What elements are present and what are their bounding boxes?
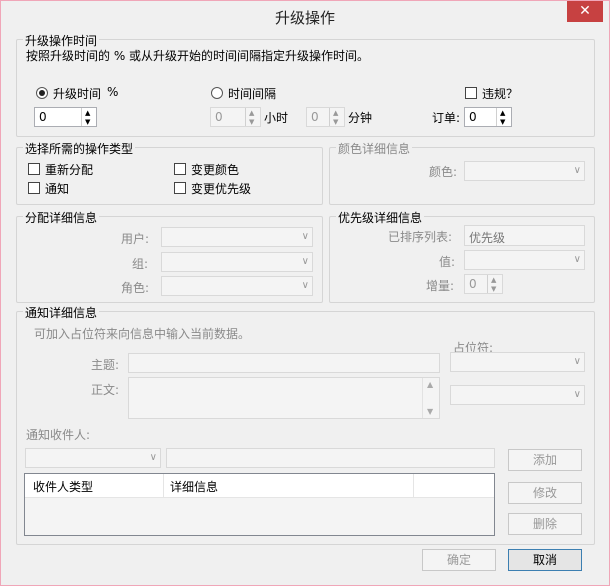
role-dropdown[interactable]: ∨ xyxy=(161,276,313,296)
change-color-label: 变更颜色 xyxy=(191,163,240,177)
group-label: 选择所需的操作类型 xyxy=(23,140,136,157)
subject-field[interactable] xyxy=(128,353,440,373)
sorted-list-field[interactable]: 优先级 xyxy=(464,225,585,246)
chevron-down-icon: ∨ xyxy=(573,356,581,367)
change-color-checkbox[interactable] xyxy=(174,163,186,175)
spinner-arrows[interactable]: ▲ ▼ xyxy=(245,108,260,126)
table-header: 收件人类型 详细信息 xyxy=(25,474,494,498)
recipient-type-dropdown[interactable]: ∨ xyxy=(25,448,161,468)
color-dropdown[interactable]: ∨ xyxy=(464,161,585,181)
escalation-action-dialog: 升级操作 ✕ 升级操作时间 按照升级时间的 % 或从升级开始的时间间隔指定升级操… xyxy=(0,0,610,586)
percent-spinner[interactable]: 0 ▲ ▼ xyxy=(34,107,97,127)
increment-value: 0 xyxy=(469,277,477,291)
escalation-description: 按照升级时间的 % 或从升级开始的时间间隔指定升级操作时间。 xyxy=(26,49,370,63)
chevron-down-icon: ∨ xyxy=(573,254,581,265)
subject-label: 主题: xyxy=(91,358,120,372)
close-button[interactable]: ✕ xyxy=(567,1,603,22)
percent-value: 0 xyxy=(39,110,47,124)
user-dropdown[interactable]: ∨ xyxy=(161,227,313,247)
increment-spinner[interactable]: 0 ▲ ▼ xyxy=(464,274,503,294)
order-spinner[interactable]: 0 ▲ ▼ xyxy=(464,107,512,127)
chevron-down-icon: ∨ xyxy=(573,165,581,176)
chevron-down-icon: ∨ xyxy=(301,256,309,267)
notification-hint: 可加入占位符来向信息中输入当前数据。 xyxy=(34,327,251,341)
role-label: 角色: xyxy=(121,281,150,295)
change-priority-label: 变更优先级 xyxy=(191,182,252,196)
close-icon: ✕ xyxy=(579,3,591,19)
minutes-spinner[interactable]: 0 ▲ ▼ xyxy=(306,107,345,127)
chevron-down-icon: ∨ xyxy=(301,280,309,291)
sorted-list-value: 优先级 xyxy=(469,231,506,245)
change-priority-checkbox[interactable] xyxy=(174,182,186,194)
notify-checkbox[interactable] xyxy=(28,182,40,194)
violation-label: 违规？ xyxy=(482,87,519,101)
chevron-down-icon: ∨ xyxy=(301,231,309,242)
percent-sign: % xyxy=(107,85,119,99)
group-label: 通知详细信息 xyxy=(23,304,100,321)
reassign-label: 重新分配 xyxy=(45,163,94,177)
body-scrollbar[interactable]: ▲ ▼ xyxy=(422,378,439,418)
violation-checkbox[interactable] xyxy=(465,87,477,99)
delete-button[interactable]: 删除 xyxy=(508,513,582,535)
column-details[interactable]: 详细信息 xyxy=(170,478,218,495)
sorted-list-label: 已排序列表: xyxy=(388,230,453,244)
spinner-arrows[interactable]: ▲ ▼ xyxy=(496,108,511,126)
ok-button[interactable]: 确定 xyxy=(422,549,496,571)
increment-label: 增量: xyxy=(426,279,455,293)
group-label: 分配详细信息 xyxy=(23,209,100,226)
add-button[interactable]: 添加 xyxy=(508,449,582,471)
dialog-title: 升级操作 xyxy=(274,9,335,27)
edit-button[interactable]: 修改 xyxy=(508,482,582,504)
hours-value: 0 xyxy=(215,110,223,124)
percent-radio-label: 升级时间 xyxy=(53,87,102,101)
chevron-down-icon: ∨ xyxy=(573,389,581,400)
recipients-label: 通知收件人: xyxy=(26,428,91,442)
reassign-checkbox[interactable] xyxy=(28,163,40,175)
interval-radio-label: 时间间隔 xyxy=(228,87,277,101)
group-label: 颜色详细信息 xyxy=(336,140,413,157)
placeholder-dropdown[interactable]: ∨ xyxy=(450,352,585,372)
recipients-table[interactable]: 收件人类型 详细信息 xyxy=(24,473,495,536)
body-textarea[interactable]: ▲ ▼ xyxy=(128,377,440,419)
minutes-label: 分钟 xyxy=(348,111,373,125)
hours-spinner[interactable]: 0 ▲ ▼ xyxy=(210,107,261,127)
title-bar[interactable]: 升级操作 ✕ xyxy=(1,1,609,31)
spinner-arrows[interactable]: ▲ ▼ xyxy=(81,108,96,126)
spinner-arrows[interactable]: ▲ ▼ xyxy=(329,108,344,126)
column-recipient-type[interactable]: 收件人类型 xyxy=(33,478,93,495)
body-label: 正文: xyxy=(91,383,120,397)
spinner-arrows[interactable]: ▲ ▼ xyxy=(487,275,502,293)
color-label: 颜色: xyxy=(429,165,458,179)
recipient-detail-field[interactable] xyxy=(166,448,495,468)
placeholder-field-dropdown[interactable]: ∨ xyxy=(450,385,585,405)
hours-label: 小时 xyxy=(264,111,289,125)
group-dropdown[interactable]: ∨ xyxy=(161,252,313,272)
chevron-down-icon: ∨ xyxy=(149,452,157,463)
cancel-button[interactable]: 取消 xyxy=(508,549,582,571)
percent-radio[interactable] xyxy=(36,87,48,99)
value-dropdown[interactable]: ∨ xyxy=(464,250,585,270)
column-divider xyxy=(413,474,414,497)
group-field-label: 组: xyxy=(132,257,149,271)
value-label: 值: xyxy=(439,255,456,269)
interval-radio[interactable] xyxy=(211,87,223,99)
column-divider xyxy=(163,474,164,497)
notify-label: 通知 xyxy=(45,182,70,196)
user-label: 用户: xyxy=(121,232,150,246)
group-label: 优先级详细信息 xyxy=(336,209,425,226)
minutes-value: 0 xyxy=(311,110,319,124)
order-label: 订单: xyxy=(432,111,461,125)
order-value: 0 xyxy=(469,110,477,124)
